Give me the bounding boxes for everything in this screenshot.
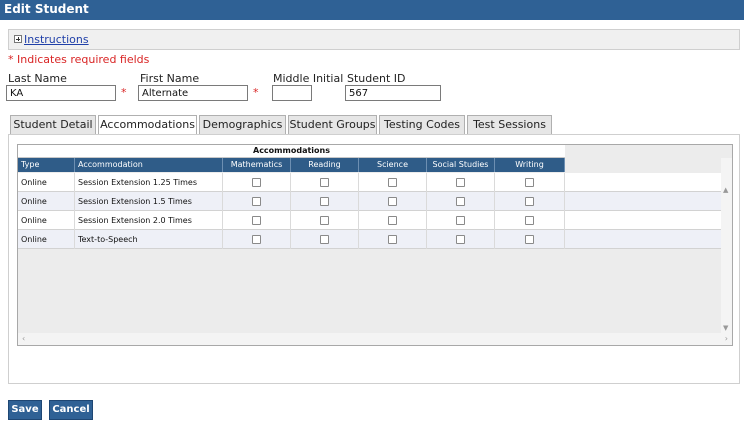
science-cell — [359, 230, 427, 249]
tab-accommodations[interactable]: Accommodations — [98, 115, 197, 135]
writing-cell — [495, 211, 565, 230]
mathematics-checkbox[interactable] — [252, 216, 261, 225]
table-row[interactable]: Online Session Extension 1.5 Times — [18, 192, 723, 211]
mathematics-checkbox[interactable] — [252, 197, 261, 206]
social-studies-cell — [427, 173, 495, 192]
column-header-writing[interactable]: Writing — [495, 158, 565, 172]
tab-student-detail[interactable]: Student Detail — [10, 115, 96, 134]
middle-initial-label: Middle Initial — [273, 72, 344, 85]
table-row[interactable]: Online Session Extension 1.25 Times — [18, 173, 723, 192]
reading-cell — [291, 173, 359, 192]
tab-test-sessions[interactable]: Test Sessions — [467, 115, 552, 134]
writing-checkbox[interactable] — [525, 197, 534, 206]
social-studies-checkbox[interactable] — [456, 216, 465, 225]
mathematics-cell — [223, 230, 291, 249]
type-cell: Online — [18, 211, 75, 230]
writing-cell — [495, 192, 565, 211]
social-studies-cell — [427, 192, 495, 211]
accommodations-grid: Accommodations Type Accommodation Mathem… — [17, 144, 733, 346]
save-button[interactable]: Save — [8, 400, 42, 420]
science-cell — [359, 192, 427, 211]
last-name-input[interactable] — [6, 85, 116, 101]
horizontal-scrollbar[interactable]: ‹ › — [18, 333, 732, 345]
type-cell: Online — [18, 173, 75, 192]
reading-checkbox[interactable] — [320, 197, 329, 206]
science-checkbox[interactable] — [388, 197, 397, 206]
mathematics-checkbox[interactable] — [252, 235, 261, 244]
type-cell: Online — [18, 230, 75, 249]
tab-demographics[interactable]: Demographics — [199, 115, 286, 134]
social-studies-checkbox[interactable] — [456, 197, 465, 206]
column-header-social-studies[interactable]: Social Studies — [427, 158, 495, 172]
mathematics-checkbox[interactable] — [252, 178, 261, 187]
vertical-scrollbar[interactable]: ▲ ▼ — [721, 158, 732, 334]
science-checkbox[interactable] — [388, 178, 397, 187]
accommodation-cell: Session Extension 1.25 Times — [75, 173, 223, 192]
reading-checkbox[interactable] — [320, 235, 329, 244]
tab-student-groups[interactable]: Student Groups — [288, 115, 377, 134]
column-header-reading[interactable]: Reading — [291, 158, 359, 172]
table-row[interactable]: Online Session Extension 2.0 Times — [18, 211, 723, 230]
accommodation-cell: Session Extension 2.0 Times — [75, 211, 223, 230]
science-checkbox[interactable] — [388, 235, 397, 244]
mathematics-cell — [223, 173, 291, 192]
table-row[interactable]: Online Text-to-Speech — [18, 230, 723, 249]
writing-checkbox[interactable] — [525, 178, 534, 187]
reading-cell — [291, 230, 359, 249]
expand-icon[interactable] — [14, 35, 22, 43]
type-cell: Online — [18, 192, 75, 211]
reading-checkbox[interactable] — [320, 216, 329, 225]
social-studies-cell — [427, 230, 495, 249]
scroll-left-icon[interactable]: ‹ — [22, 334, 25, 343]
reading-cell — [291, 192, 359, 211]
tab-testing-codes[interactable]: Testing Codes — [379, 115, 465, 134]
mathematics-cell — [223, 211, 291, 230]
scroll-down-icon[interactable]: ▼ — [723, 324, 728, 332]
student-id-input[interactable] — [345, 85, 441, 101]
instructions-panel[interactable]: Instructions — [8, 29, 740, 50]
science-cell — [359, 211, 427, 230]
required-star: * — [253, 86, 259, 99]
writing-cell — [495, 173, 565, 192]
required-note: * Indicates required fields — [8, 53, 150, 66]
social-studies-cell — [427, 211, 495, 230]
student-id-label: Student ID — [347, 72, 406, 85]
first-name-input[interactable] — [138, 85, 248, 101]
reading-checkbox[interactable] — [320, 178, 329, 187]
column-header-science[interactable]: Science — [359, 158, 427, 172]
column-header-accommodation[interactable]: Accommodation — [75, 158, 223, 172]
instructions-link[interactable]: Instructions — [24, 33, 89, 46]
last-name-label: Last Name — [8, 72, 67, 85]
accommodations-panel: Accommodations Type Accommodation Mathem… — [8, 134, 740, 384]
writing-checkbox[interactable] — [525, 235, 534, 244]
accommodation-cell: Text-to-Speech — [75, 230, 223, 249]
writing-checkbox[interactable] — [525, 216, 534, 225]
middle-initial-input[interactable] — [272, 85, 312, 101]
scroll-right-icon[interactable]: › — [725, 334, 728, 343]
page-title: Edit Student — [4, 2, 89, 16]
column-header-mathematics[interactable]: Mathematics — [223, 158, 291, 172]
cancel-button[interactable]: Cancel — [49, 400, 93, 420]
reading-cell — [291, 211, 359, 230]
social-studies-checkbox[interactable] — [456, 178, 465, 187]
science-cell — [359, 173, 427, 192]
mathematics-cell — [223, 192, 291, 211]
writing-cell — [495, 230, 565, 249]
required-star: * — [121, 86, 127, 99]
title-bar: Edit Student — [0, 0, 744, 20]
social-studies-checkbox[interactable] — [456, 235, 465, 244]
column-header-type[interactable]: Type — [18, 158, 75, 172]
grid-caption: Accommodations — [18, 145, 565, 158]
first-name-label: First Name — [140, 72, 200, 85]
science-checkbox[interactable] — [388, 216, 397, 225]
accommodation-cell: Session Extension 1.5 Times — [75, 192, 223, 211]
scroll-up-icon[interactable]: ▲ — [723, 186, 728, 194]
